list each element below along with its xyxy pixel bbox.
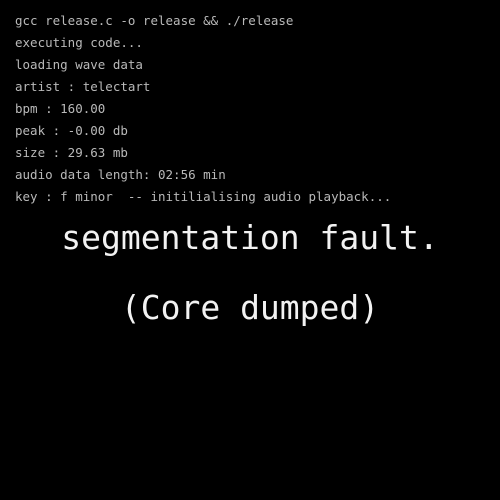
- core-dumped-message: (Core dumped): [120, 288, 380, 327]
- output-line-artist: artist : telectart: [15, 79, 151, 94]
- terminal-output: gcc release.c -o release && ./release ex…: [15, 10, 490, 208]
- terminal-screen: gcc release.c -o release && ./release ex…: [0, 0, 500, 500]
- segfault-message: segmentation fault.: [61, 218, 439, 257]
- output-line-peak: peak : -0.00 db: [15, 123, 128, 138]
- output-line-key: key : f minor -- initilialising audio pl…: [15, 189, 392, 204]
- output-line-loading: loading wave data: [15, 57, 143, 72]
- output-line-bpm: bpm : 160.00: [15, 101, 106, 116]
- output-line-size: size : 29.63 mb: [15, 145, 128, 160]
- command-line: gcc release.c -o release && ./release: [15, 13, 294, 28]
- output-line-length: audio data length: 02:56 min: [15, 167, 226, 182]
- output-line-executing: executing code...: [15, 35, 143, 50]
